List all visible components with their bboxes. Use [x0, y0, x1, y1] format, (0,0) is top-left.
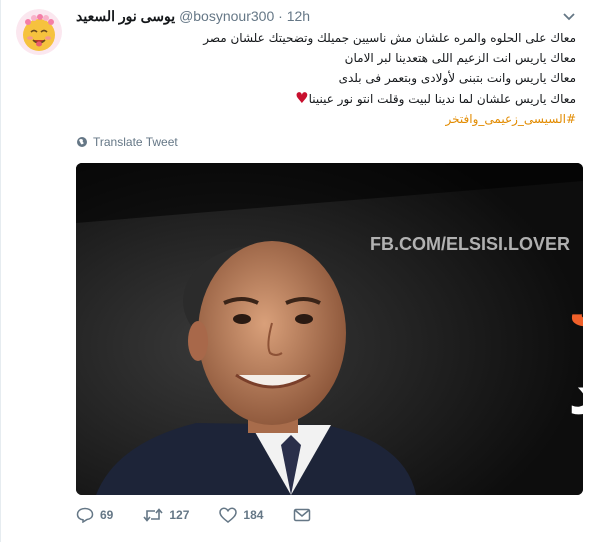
tweet-text-line: معاك على الحلوه والمره علشان مش ناسيين ج…: [203, 31, 576, 45]
tweet-header: يوسى نور السعيد @bosynour300 · 12h: [76, 7, 310, 25]
author-name[interactable]: يوسى نور السعيد: [76, 8, 175, 24]
tweet-timestamp[interactable]: 12h: [287, 8, 310, 24]
separator-dot: ·: [278, 8, 283, 24]
translate-tweet-link[interactable]: Translate Tweet: [76, 135, 178, 149]
retweet-count: 127: [169, 508, 190, 522]
headline-text: ثقتى فيك: [568, 274, 583, 339]
like-icon: [219, 507, 238, 523]
message-icon: [294, 508, 311, 522]
red-heart-emoji-icon: ♥: [295, 89, 309, 107]
reply-icon: [76, 507, 94, 523]
smiling-face-emoji-icon: [16, 9, 62, 55]
tweet-media-image[interactable]: FB.COM/ELSISI.LOVER ثقتى فيك بلا حدود: [76, 163, 583, 495]
retweet-button[interactable]: 127: [143, 507, 189, 523]
tweet-text-line: معاك ياريس علشان لما ندينا لبيت وقلت انت…: [201, 88, 576, 109]
watermark-text: FB.COM/ELSISI.LOVER: [370, 234, 570, 254]
like-button[interactable]: 184: [219, 507, 263, 523]
tweet-text-segment: معاك ياريس علشان لما ندينا لبيت وقلت انت…: [308, 92, 576, 106]
more-options-caret-icon[interactable]: [562, 10, 576, 22]
hashtag-link[interactable]: #السيسى_زعيمى_وافتخر: [201, 109, 576, 129]
tweet-card[interactable]: يوسى نور السعيد @bosynour300 · 12h معاك …: [0, 0, 590, 542]
translate-label[interactable]: Translate Tweet: [93, 135, 178, 149]
reply-count: 69: [100, 508, 114, 522]
author-handle[interactable]: @bosynour300: [179, 8, 274, 24]
tweet-text-line: معاك ياريس وانت بتبنى لأولادى وبتعمر فى …: [338, 71, 576, 85]
globe-icon: [77, 137, 87, 147]
tweet-text: معاك على الحلوه والمره علشان مش ناسيين ج…: [201, 28, 576, 129]
reply-button[interactable]: 69: [76, 507, 113, 523]
tweet-actions: 69 127 184: [76, 507, 341, 523]
avatar[interactable]: [16, 9, 62, 55]
subline-text: بلا حدود: [568, 355, 583, 428]
like-count: 184: [243, 508, 264, 522]
tweet-text-line: معاك ياريس انت الزعيم اللى هتعدينا لبر ا…: [344, 51, 576, 65]
portrait-image: FB.COM/ELSISI.LOVER ثقتى فيك بلا حدود: [76, 163, 583, 495]
direct-message-button[interactable]: [293, 507, 311, 523]
retweet-icon: [143, 508, 163, 522]
